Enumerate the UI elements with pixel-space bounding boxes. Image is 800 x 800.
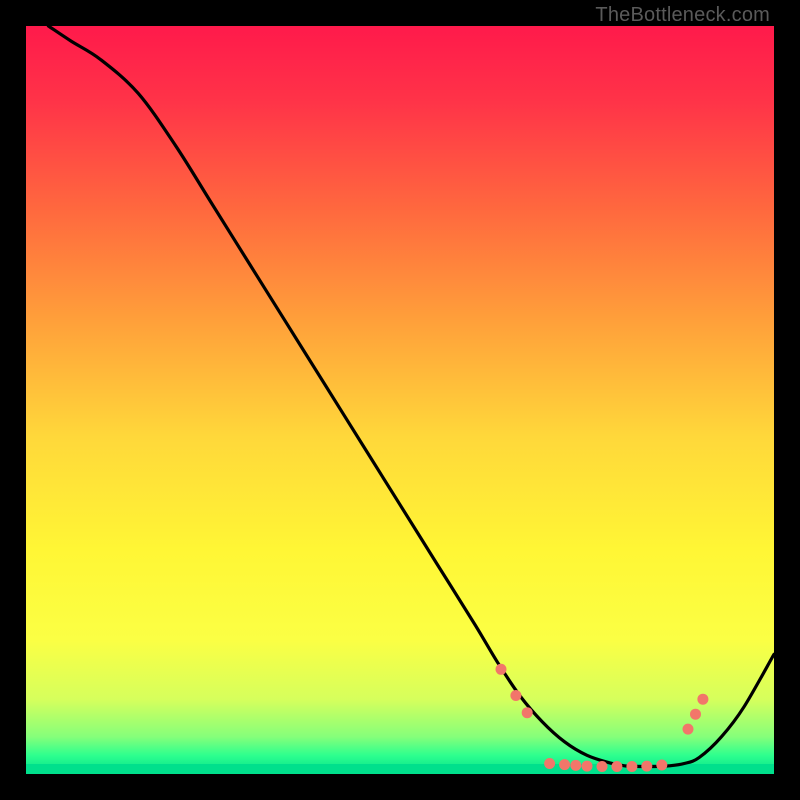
marker-dot	[690, 709, 701, 720]
marker-dot	[611, 761, 622, 772]
marker-dot	[597, 761, 608, 772]
marker-dot	[522, 707, 533, 718]
marker-dot	[544, 758, 555, 769]
chart-frame	[26, 26, 774, 774]
watermark-text: TheBottleneck.com	[595, 4, 770, 27]
marker-dot	[626, 761, 637, 772]
marker-dot	[510, 690, 521, 701]
marker-dot	[570, 760, 581, 771]
marker-dot	[656, 760, 667, 771]
bottleneck-chart	[26, 26, 774, 774]
gradient-background	[26, 26, 774, 774]
marker-dot	[683, 724, 694, 735]
marker-dot	[582, 761, 593, 772]
marker-dot	[496, 664, 507, 675]
marker-dot	[559, 759, 570, 770]
marker-dot	[641, 761, 652, 772]
marker-dot	[697, 694, 708, 705]
